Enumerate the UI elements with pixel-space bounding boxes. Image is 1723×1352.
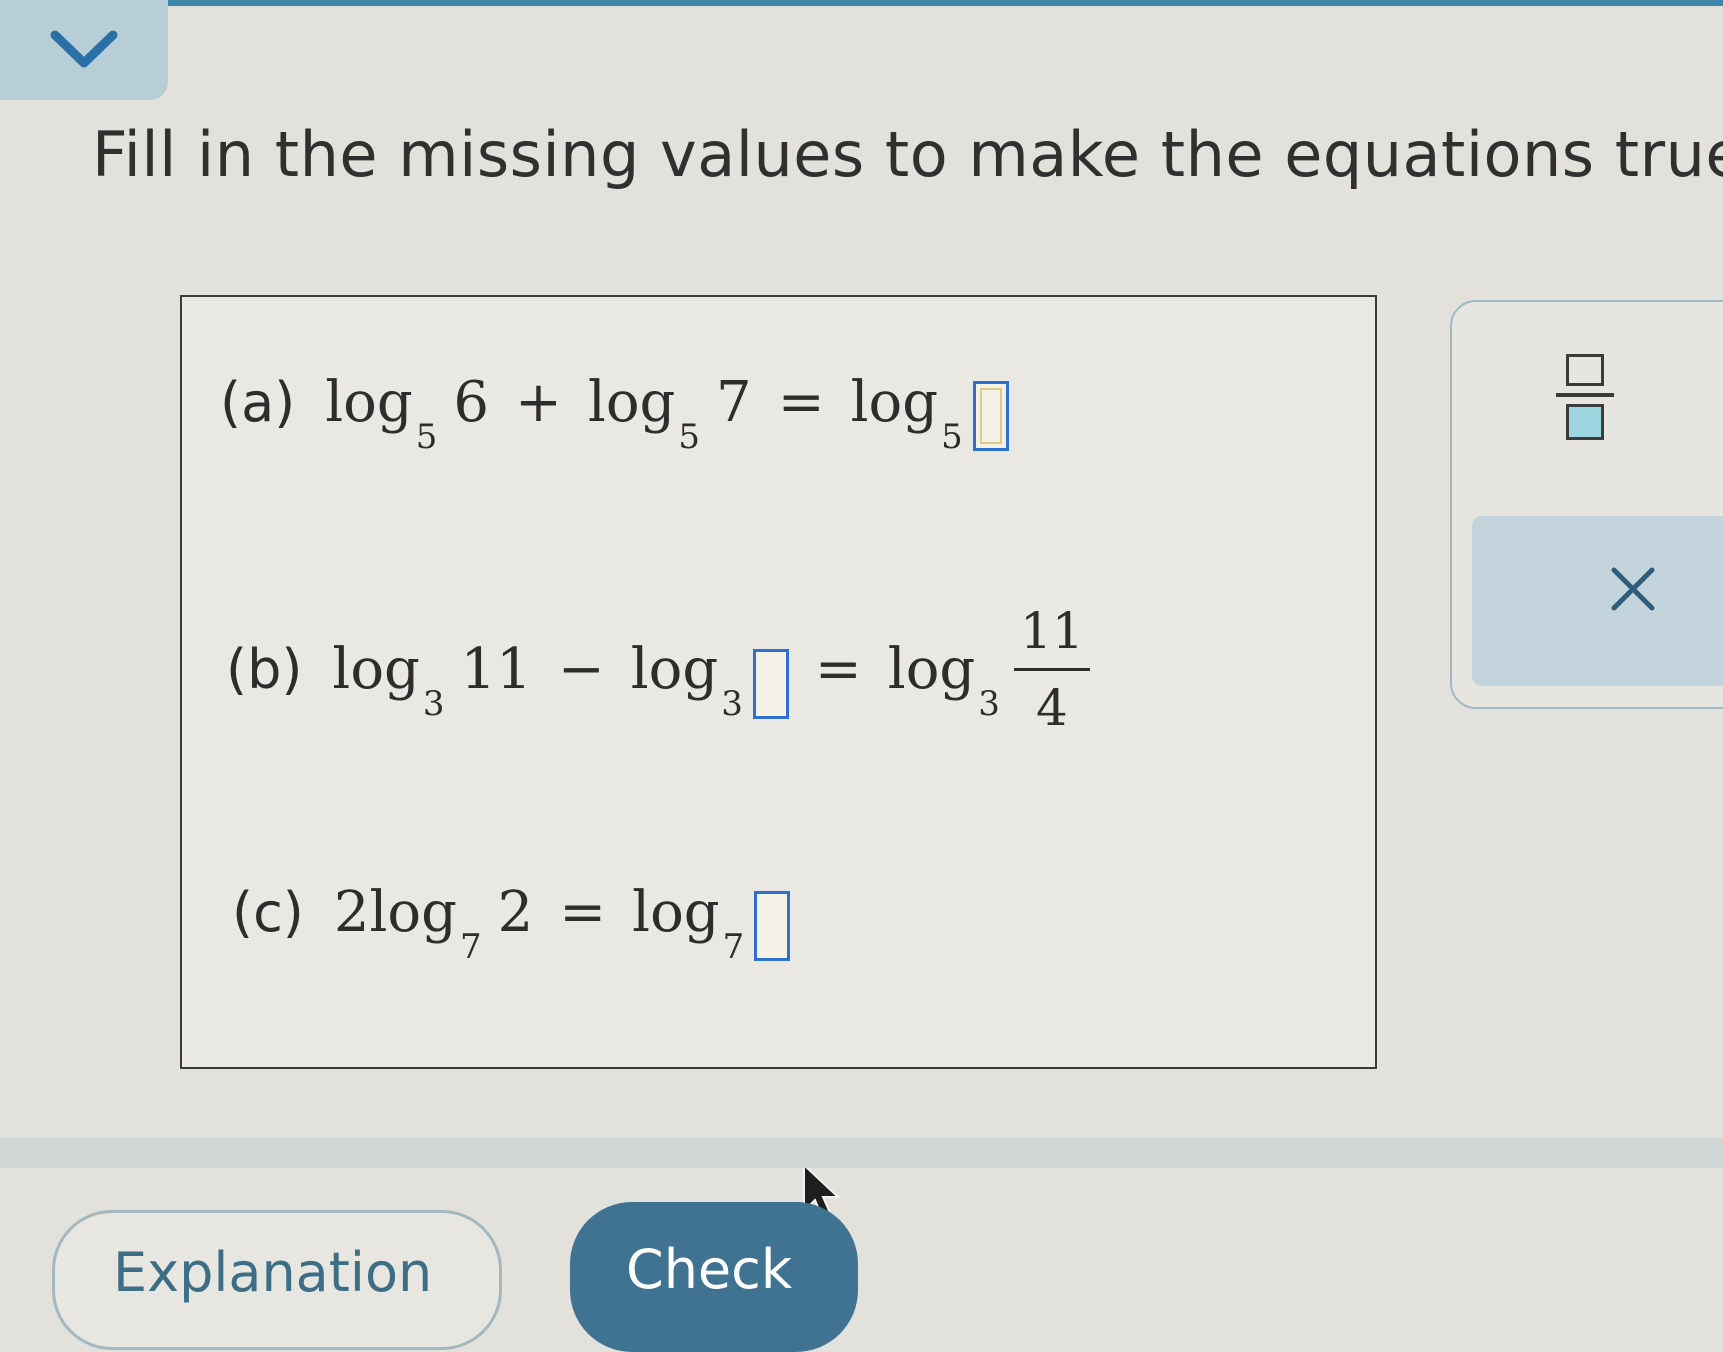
log-term: log 3 <box>332 637 444 724</box>
instruction-text: Fill in the missing values to make the e… <box>92 118 1723 191</box>
coefficient: 2 <box>333 879 370 945</box>
fraction-denominator: 4 <box>1036 679 1068 737</box>
fraction-line-icon <box>1556 393 1614 397</box>
numerator-box-icon <box>1566 354 1604 386</box>
log-term: log 5 <box>587 369 700 457</box>
log-base: 5 <box>415 416 438 457</box>
log-base: 7 <box>722 926 745 967</box>
answer-input-a[interactable] <box>972 381 1009 451</box>
check-label: Check <box>626 1238 793 1301</box>
log-argument: 6 <box>453 369 489 435</box>
equation-c: (c) 2 log 7 2 = log 7 <box>232 877 791 967</box>
collapse-toggle[interactable] <box>0 0 168 100</box>
fraction: 11 4 <box>1013 602 1090 737</box>
log-term: log 3 <box>630 637 743 724</box>
clear-button[interactable] <box>1472 516 1723 686</box>
log-base: 3 <box>721 684 743 724</box>
equals-sign: = <box>559 879 607 945</box>
log-text: log <box>332 637 420 702</box>
log-argument: 7 <box>716 369 752 435</box>
log-term: log 5 <box>850 369 963 457</box>
log-base: 3 <box>422 684 445 724</box>
log-base: 3 <box>978 684 1000 724</box>
log-text: log <box>325 369 413 435</box>
explanation-button[interactable]: Explanation <box>52 1210 502 1350</box>
log-argument: 11 <box>460 637 532 702</box>
log-argument: 2 <box>497 879 534 945</box>
chevron-down-icon <box>50 30 118 68</box>
log-text: log <box>587 369 676 435</box>
fraction-bar <box>1013 668 1090 671</box>
answer-input-c[interactable] <box>754 891 791 961</box>
log-text: log <box>632 879 720 945</box>
log-text: log <box>887 637 976 702</box>
fraction-icon[interactable] <box>1554 354 1616 440</box>
plus-sign: + <box>515 369 562 435</box>
equation-a: (a) log 5 6 + log 5 7 = log 5 <box>220 367 1009 457</box>
minus-sign: − <box>557 637 605 702</box>
log-term: log 7 <box>369 879 481 967</box>
header-strip <box>168 0 1723 6</box>
fraction-numerator: 11 <box>1020 602 1084 660</box>
question-box: (a) log 5 6 + log 5 7 = log 5 (b) log 3 11 −… <box>180 295 1377 1221</box>
equation-b: (b) log 3 11 − log 3 = log 3 11 4 <box>226 602 1090 737</box>
log-base: 5 <box>678 416 701 457</box>
answer-input-b[interactable] <box>752 648 789 719</box>
log-base: 5 <box>941 416 963 457</box>
footer-divider <box>0 1138 1723 1168</box>
part-label-a: (a) <box>220 370 296 434</box>
log-term: log 3 <box>887 637 1000 724</box>
math-toolbar <box>1450 300 1723 709</box>
log-term: log 5 <box>325 369 437 457</box>
log-base: 7 <box>459 926 482 967</box>
log-text: log <box>369 879 457 945</box>
log-text: log <box>850 369 939 435</box>
explanation-label: Explanation <box>113 1241 433 1304</box>
part-label-c: (c) <box>232 880 304 944</box>
equals-sign: = <box>814 637 862 702</box>
part-label-b: (b) <box>226 638 303 701</box>
log-text: log <box>630 637 719 702</box>
denominator-box-icon <box>1566 404 1604 440</box>
close-icon <box>1611 567 1655 611</box>
check-button[interactable]: Check <box>570 1202 858 1352</box>
equals-sign: = <box>777 369 825 435</box>
log-term: log 7 <box>632 879 744 967</box>
